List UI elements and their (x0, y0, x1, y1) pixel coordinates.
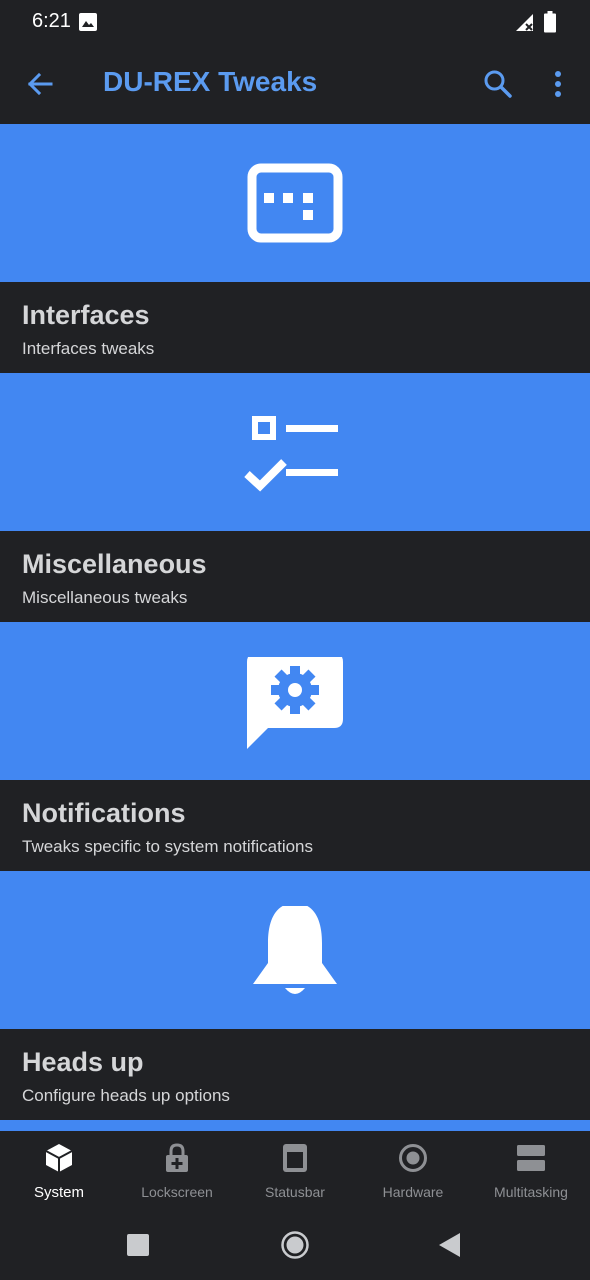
cube-icon (45, 1144, 73, 1172)
nav-label: Hardware (382, 1184, 444, 1200)
bell-icon (253, 906, 337, 994)
category-card-interfaces[interactable]: Interfaces Interfaces tweaks (0, 124, 590, 373)
category-card-miscellaneous[interactable]: Miscellaneous Miscellaneous tweaks (0, 373, 590, 622)
card-subtitle: Interfaces tweaks (22, 339, 155, 358)
more-vert-icon[interactable] (548, 68, 568, 100)
status-bar: 6:21 (0, 0, 590, 44)
recents-square-icon[interactable] (127, 1234, 149, 1256)
split-panels-icon (517, 1145, 545, 1171)
category-card-heads-up[interactable]: Heads up Configure heads up options (0, 871, 590, 1120)
signal-off-icon (516, 14, 533, 31)
back-arrow-icon[interactable] (24, 68, 56, 100)
back-triangle-icon[interactable] (439, 1233, 461, 1257)
card-title: Heads up (22, 1047, 144, 1077)
search-icon[interactable] (482, 68, 514, 100)
nav-item-statusbar[interactable]: Statusbar (236, 1131, 354, 1213)
app-bar: DU-REX Tweaks (0, 44, 590, 124)
nav-item-hardware[interactable]: Hardware (354, 1131, 472, 1213)
nav-item-system[interactable]: System (0, 1131, 118, 1213)
card-body: Interfaces Interfaces tweaks (0, 282, 590, 373)
dialpad-window-icon (247, 163, 343, 243)
nav-label: System (33, 1184, 84, 1201)
checklist-icon (244, 416, 338, 492)
next-card-peek (0, 1120, 590, 1131)
home-circle-icon[interactable] (281, 1231, 309, 1259)
card-hero (0, 871, 590, 1029)
card-title: Interfaces (22, 300, 150, 330)
nav-item-multitasking[interactable]: Multitasking (472, 1131, 590, 1213)
card-hero (0, 373, 590, 531)
card-title: Miscellaneous (22, 549, 207, 579)
category-list[interactable]: Interfaces Interfaces tweaks Miscellaneo… (0, 124, 590, 1131)
nav-label: Statusbar (265, 1184, 325, 1200)
card-body: Miscellaneous Miscellaneous tweaks (0, 531, 590, 622)
card-hero (0, 622, 590, 780)
nav-item-lockscreen[interactable]: Lockscreen (118, 1131, 236, 1213)
card-body: Notifications Tweaks specific to system … (0, 780, 590, 871)
card-body: Heads up Configure heads up options (0, 1029, 590, 1120)
image-icon (79, 13, 97, 31)
card-hero (0, 124, 590, 282)
card-subtitle: Miscellaneous tweaks (22, 588, 188, 607)
bottom-navigation: System Lockscreen Statusbar Hardware Mul… (0, 1131, 590, 1213)
settings-chat-icon (247, 657, 343, 749)
phone-statusbar-icon (283, 1144, 307, 1172)
nav-label: Lockscreen (141, 1184, 213, 1200)
lock-plus-icon (166, 1143, 188, 1172)
battery-icon (544, 11, 556, 33)
app-title: DU-REX Tweaks (103, 66, 318, 97)
status-time: 6:21 (32, 10, 71, 32)
nav-label: Multitasking (494, 1184, 568, 1200)
card-subtitle: Tweaks specific to system notifications (22, 837, 314, 856)
card-title: Notifications (22, 798, 186, 828)
card-subtitle: Configure heads up options (22, 1086, 230, 1105)
system-navigation-bar (0, 1213, 590, 1280)
category-card-notifications[interactable]: Notifications Tweaks specific to system … (0, 622, 590, 871)
radio-target-icon (399, 1144, 427, 1172)
